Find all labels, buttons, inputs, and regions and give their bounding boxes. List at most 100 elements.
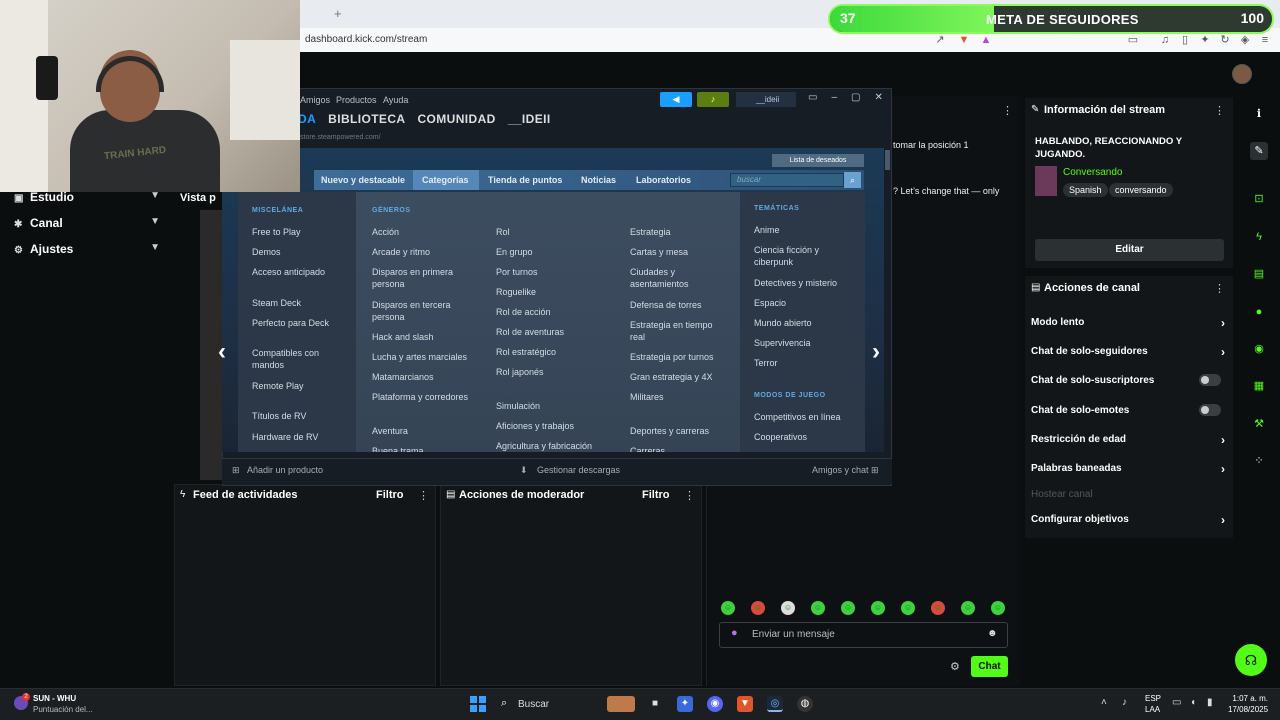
clock-time[interactable]: 1:07 a. m. [1228,694,1268,703]
stream-info-menu-icon[interactable]: ⋮ [1214,104,1225,117]
dropdown-item[interactable]: Roguelike [496,286,536,298]
weather-widget-title[interactable]: SUN - WHU [33,694,76,703]
edit-icon[interactable]: ✎ [1250,142,1268,160]
dropdown-item[interactable]: Rol japonés [496,366,544,378]
store-nav-new[interactable]: Nuevo y destacable [321,175,405,185]
wrench-icon[interactable]: ⚒ [1250,415,1268,433]
steam-menu-friends[interactable]: Amigos [300,95,330,105]
dropdown-item[interactable]: Rol [496,226,510,238]
dropdown-item[interactable]: Ciencia ficción y ciberpunk [754,244,854,268]
dropdown-item[interactable]: Defensa de torres [630,299,702,311]
broadcast-icon[interactable]: ◉ [1250,340,1268,358]
brave-shield-icon[interactable]: ▼ [958,34,970,46]
emote[interactable]: ☺ [751,601,765,615]
emote[interactable]: ☺ [961,601,975,615]
store-nav-labs[interactable]: Laboratorios [636,175,691,185]
steam-nav-library[interactable]: BIBLIOTECA [328,112,405,126]
friends-chat-button[interactable]: Amigos y chat [812,465,869,475]
menu-icon[interactable]: ≡ [1259,34,1271,46]
carousel-prev-arrow[interactable]: ‹ [218,338,226,366]
store-nav-news[interactable]: Noticias [581,175,616,185]
copilot-icon[interactable]: ✦ [677,696,693,712]
file-explorer-icon[interactable]: ■ [647,696,663,712]
subscribers-only-toggle[interactable] [1199,374,1221,386]
lightning-icon[interactable]: ϟ [1250,228,1268,246]
store-search-input[interactable]: buscar [730,173,844,187]
shield-icon[interactable]: ◈ [1239,34,1251,46]
network-icon[interactable]: ▭ [1172,697,1181,708]
action-age-restriction[interactable]: Restricción de edad › [1031,433,1227,447]
document-icon[interactable]: ▤ [1250,265,1268,283]
steam-announcement-button[interactable]: ◀ [660,92,692,107]
dropdown-item[interactable]: Perfecto para Deck [252,317,329,329]
dropdown-item[interactable]: Anime [754,224,780,236]
search-icon[interactable]: ⌕ [501,697,507,710]
battery-icon[interactable]: ▮ [1207,697,1213,708]
dropdown-item[interactable]: Estrategia en tiempo real [630,319,730,343]
action-slow-mode[interactable]: Modo lento › [1031,316,1227,330]
steam-scrollbar[interactable] [885,150,890,170]
store-nav-categories[interactable]: Categorías [422,175,469,185]
obs-icon[interactable]: ◍ [797,696,813,712]
dropdown-item[interactable]: Militares [630,391,664,403]
dropdown-item[interactable]: Lucha y artes marciales [372,351,467,363]
dropdown-item[interactable]: Estrategia [630,226,671,238]
dropdown-item[interactable]: Aficiones y trabajos [496,420,574,432]
dropdown-item[interactable]: Cooperativos [754,431,807,443]
nav-item-settings[interactable]: ⚙ Ajustes ▼ [14,242,160,256]
wishlist-button[interactable]: Lista de deseados [772,154,864,167]
dropdown-item[interactable]: Agricultura y fabricación [496,440,592,452]
dropdown-item[interactable]: Matamarcianos [372,371,434,383]
action-configure-goals[interactable]: Configurar objetivos › [1031,513,1227,527]
emote[interactable]: ☺ [871,601,885,615]
steam-user-menu[interactable]: __ideii [736,92,796,107]
layout-icon[interactable]: ▦ [1250,377,1268,395]
friends-icon[interactable]: ⊞ [871,465,879,476]
emoji-icon[interactable]: ☻ [987,628,998,639]
extensions-icon[interactable]: ✦ [1199,34,1211,46]
emote[interactable]: ☺ [841,601,855,615]
dropdown-item[interactable]: Free to Play [252,226,301,238]
steam-menu-help[interactable]: Ayuda [383,95,408,105]
dropdown-item[interactable]: Hardware de RV [252,431,318,443]
stream-category[interactable]: Conversando [1063,167,1122,178]
emotes-only-toggle[interactable] [1199,404,1221,416]
taskbar-widget-icon[interactable] [607,696,635,712]
dropdown-item[interactable]: Acceso anticipado [252,266,325,278]
screenshot-icon[interactable]: ▭ [1127,34,1139,46]
manage-downloads-button[interactable]: Gestionar descargas [537,465,620,475]
nav-item-studio[interactable]: ▣ Estudio ▼ [14,190,160,204]
capture-icon[interactable]: ⊡ [1250,190,1268,208]
steam-nav-community[interactable]: COMUNIDAD [417,112,495,126]
channel-actions-menu-icon[interactable]: ⋮ [1214,282,1225,295]
chat-menu-icon[interactable]: ⋮ [1002,104,1013,117]
dropdown-item[interactable]: Títulos de RV [252,410,306,422]
address-bar[interactable]: dashboard.kick.com/stream [305,34,427,45]
input-layout[interactable]: LAA [1145,705,1160,714]
support-button[interactable]: ☊ [1235,644,1267,676]
emote[interactable]: ☺ [991,601,1005,615]
steam-window-controls[interactable]: ▭–▢✕ [808,92,897,103]
dropdown-item[interactable]: Plataforma y corredores [372,391,468,403]
dropdown-item[interactable]: Por turnos [496,266,538,278]
nav-item-channel[interactable]: ✱ Canal ▼ [14,216,160,230]
brave-rewards-icon[interactable]: ▲ [980,34,992,46]
taskbar-search[interactable]: Buscar [518,699,549,710]
media-icon[interactable]: ♫ [1159,34,1171,46]
dropdown-item[interactable]: Deportes y carreras [630,425,709,437]
steam-nav-profile[interactable]: __IDEII [508,112,551,126]
dropdown-item[interactable]: Gran estrategia y 4X [630,371,713,383]
dropdown-item[interactable]: Disparos en primera persona [372,266,470,290]
volume-icon[interactable]: ◖ [1190,697,1196,708]
activity-feed-filter-button[interactable]: Filtro [376,489,404,501]
dropdown-item[interactable]: Buena trama [372,445,424,452]
dropdown-item[interactable]: Carreras [630,445,665,452]
tray-overflow-icon[interactable]: ˄ [1101,697,1107,708]
dropdown-item[interactable]: En grupo [496,246,533,258]
microphone-icon[interactable]: ♪ [1122,697,1127,708]
steam-icon[interactable]: ◎ [767,696,783,712]
dropdown-item[interactable]: Competitivos en línea [754,411,841,423]
search-icon[interactable]: ⌕ [844,172,861,188]
moderator-filter-button[interactable]: Filtro [642,489,670,501]
steam-notification-button[interactable]: ♪ [697,92,729,107]
